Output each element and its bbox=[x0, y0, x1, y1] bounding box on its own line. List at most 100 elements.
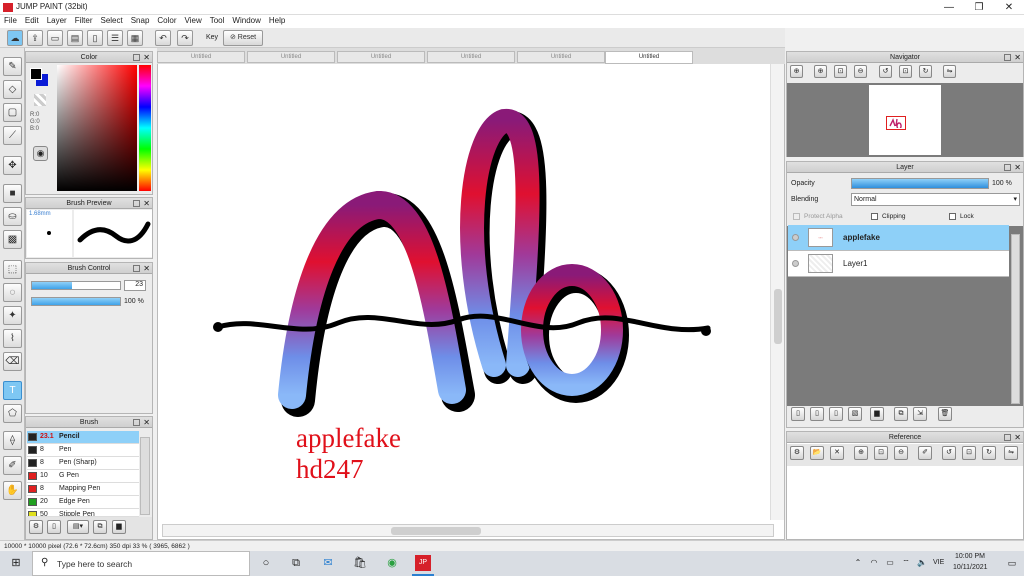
eyedropper-icon[interactable]: ✐ bbox=[918, 446, 932, 460]
float-icon[interactable] bbox=[133, 265, 140, 272]
gradient-tool-icon[interactable]: ▩ bbox=[3, 230, 22, 249]
actual-size-icon[interactable]: ⊡ bbox=[874, 446, 888, 460]
pipette-tool-icon[interactable]: ✐ bbox=[3, 456, 22, 475]
tab-untitled[interactable]: Untitled bbox=[427, 51, 515, 63]
message-icon[interactable]: ▤ bbox=[67, 30, 83, 46]
fill-shape-tool-icon[interactable]: ■ bbox=[3, 184, 22, 203]
cloud-icon[interactable]: ☁ bbox=[7, 30, 23, 46]
brush-menu-icon[interactable]: ▤▾ bbox=[67, 520, 89, 534]
brush-size-slider[interactable] bbox=[31, 281, 121, 290]
grid-icon[interactable]: ▦ bbox=[127, 30, 143, 46]
close-icon[interactable]: ✕ bbox=[143, 52, 150, 63]
eye-icon[interactable] bbox=[792, 234, 799, 241]
rect-select-tool-icon[interactable]: ⬚ bbox=[3, 260, 22, 279]
brush-list-scrollbar[interactable] bbox=[140, 437, 150, 515]
comment-icon[interactable]: ▭ bbox=[47, 30, 63, 46]
list-icon[interactable]: ☰ bbox=[107, 30, 123, 46]
zoom-fit-icon[interactable]: ⊕ bbox=[790, 65, 803, 78]
new-halftone-layer-icon[interactable]: ▯ bbox=[810, 407, 824, 421]
undo-button[interactable]: ↶ bbox=[155, 30, 171, 46]
brush-item[interactable]: 8 Mapping Pen bbox=[27, 483, 139, 496]
tab-untitled[interactable]: Untitled bbox=[337, 51, 425, 63]
clipping-checkbox[interactable] bbox=[871, 213, 878, 220]
network-icon[interactable]: ◠ bbox=[866, 555, 882, 571]
document-icon[interactable]: ▯ bbox=[87, 30, 103, 46]
taskbar-search[interactable]: ⚲ Type here to search bbox=[32, 551, 250, 576]
brush-settings-icon[interactable]: ⚙ bbox=[29, 520, 43, 534]
copy-brush-icon[interactable]: ⧉ bbox=[93, 520, 107, 534]
layer-row[interactable]: Layer1 bbox=[788, 251, 1009, 277]
close-icon[interactable]: ✕ bbox=[1014, 162, 1021, 173]
reset-button[interactable]: ⊘ Reset bbox=[223, 30, 263, 46]
brush-size-input[interactable]: 23 bbox=[124, 280, 146, 291]
float-icon[interactable] bbox=[133, 54, 140, 61]
eyedropper-tool-icon[interactable]: ⟠ bbox=[3, 431, 22, 450]
close-icon[interactable]: ✕ bbox=[1014, 432, 1021, 443]
bucket-tool-icon[interactable]: ⛀ bbox=[3, 207, 22, 226]
brush-item[interactable]: 10 G Pen bbox=[27, 470, 139, 483]
redo-button[interactable]: ↷ bbox=[177, 30, 193, 46]
menu-tool[interactable]: Tool bbox=[206, 15, 229, 26]
move-tool-icon[interactable]: ✥ bbox=[3, 156, 22, 175]
float-icon[interactable] bbox=[133, 200, 140, 207]
lock-checkbox[interactable] bbox=[949, 213, 956, 220]
close-icon[interactable]: ✕ bbox=[143, 198, 150, 209]
mail-icon[interactable]: ✉ bbox=[320, 555, 336, 571]
rectangle-tool-icon[interactable]: ▢ bbox=[3, 103, 22, 122]
new-brush-icon[interactable]: ▯ bbox=[47, 520, 61, 534]
menu-file[interactable]: File bbox=[0, 15, 21, 26]
menu-color[interactable]: Color bbox=[153, 15, 180, 26]
volume-icon[interactable]: 🔈 bbox=[914, 555, 930, 571]
tab-untitled[interactable]: Untitled bbox=[247, 51, 335, 63]
select-pen-tool-icon[interactable]: ⌇ bbox=[3, 329, 22, 348]
navigator-view[interactable] bbox=[787, 83, 1023, 157]
hue-slider[interactable] bbox=[139, 65, 151, 191]
line-tool-icon[interactable]: ⟋ bbox=[3, 126, 22, 145]
merge-layer-icon[interactable]: ⇲ bbox=[913, 407, 927, 421]
float-icon[interactable] bbox=[133, 419, 140, 426]
vertical-scroll-thumb[interactable] bbox=[774, 289, 782, 344]
eraser-tool-icon[interactable]: ◇ bbox=[3, 80, 22, 99]
brush-item[interactable]: 50 Stipple Pen bbox=[27, 509, 139, 517]
new-8bit-layer-icon[interactable]: ▯ bbox=[829, 407, 843, 421]
lasso-tool-icon[interactable]: ◌ bbox=[3, 283, 22, 302]
browser-icon[interactable]: ◉ bbox=[384, 555, 400, 571]
close-icon[interactable]: ✕ bbox=[143, 417, 150, 428]
tab-untitled[interactable]: Untitled bbox=[517, 51, 605, 63]
horizontal-scrollbar[interactable] bbox=[162, 524, 774, 537]
brush-item[interactable]: 8 Pen bbox=[27, 444, 139, 457]
magic-wand-tool-icon[interactable]: ✦ bbox=[3, 306, 22, 325]
hand-tool-icon[interactable]: ✋ bbox=[3, 481, 22, 500]
zoom-out-icon[interactable]: ⊖ bbox=[854, 65, 867, 78]
palette-icon[interactable]: ◉ bbox=[33, 146, 48, 161]
cortana-icon[interactable]: ○ bbox=[258, 555, 274, 571]
close-button[interactable]: ✕ bbox=[994, 0, 1024, 15]
battery-icon[interactable]: ▭ bbox=[882, 555, 898, 571]
layer-list-scrollbar[interactable] bbox=[1011, 234, 1020, 404]
flip-icon[interactable]: ⇋ bbox=[1004, 446, 1018, 460]
zoom-out-icon[interactable]: ⊖ bbox=[894, 446, 908, 460]
delete-layer-icon[interactable]: 🗑 bbox=[938, 407, 952, 421]
brush-opacity-slider[interactable] bbox=[31, 297, 121, 306]
menu-window[interactable]: Window bbox=[228, 15, 264, 26]
menu-edit[interactable]: Edit bbox=[21, 15, 43, 26]
menu-layer[interactable]: Layer bbox=[43, 15, 71, 26]
select-eraser-tool-icon[interactable]: ⌫ bbox=[3, 352, 22, 371]
copy-layer-icon[interactable]: ⧉ bbox=[894, 407, 908, 421]
close-icon[interactable]: ✕ bbox=[143, 263, 150, 274]
task-view-icon[interactable]: ⧉ bbox=[288, 555, 304, 571]
operation-tool-icon[interactable]: ⬠ bbox=[3, 404, 22, 423]
text-tool-icon[interactable]: T bbox=[3, 381, 22, 400]
fit-screen-icon[interactable]: ⊡ bbox=[962, 446, 976, 460]
brush-item[interactable]: 23.1 Pencil bbox=[27, 431, 139, 444]
foreground-color-swatch[interactable] bbox=[30, 68, 42, 80]
tab-untitled[interactable]: Untitled bbox=[157, 51, 245, 63]
menu-select[interactable]: Select bbox=[96, 15, 126, 26]
transparent-color-swatch[interactable] bbox=[34, 94, 46, 106]
zoom-in-icon[interactable]: ⊕ bbox=[854, 446, 868, 460]
chevron-up-icon[interactable]: ⌃ bbox=[850, 555, 866, 571]
notification-icon[interactable]: ▭ bbox=[1004, 555, 1020, 571]
fit-screen-icon[interactable]: ⊡ bbox=[899, 65, 912, 78]
rotate-right-icon[interactable]: ↻ bbox=[982, 446, 996, 460]
tab-untitled-active[interactable]: Untitled bbox=[605, 51, 693, 64]
